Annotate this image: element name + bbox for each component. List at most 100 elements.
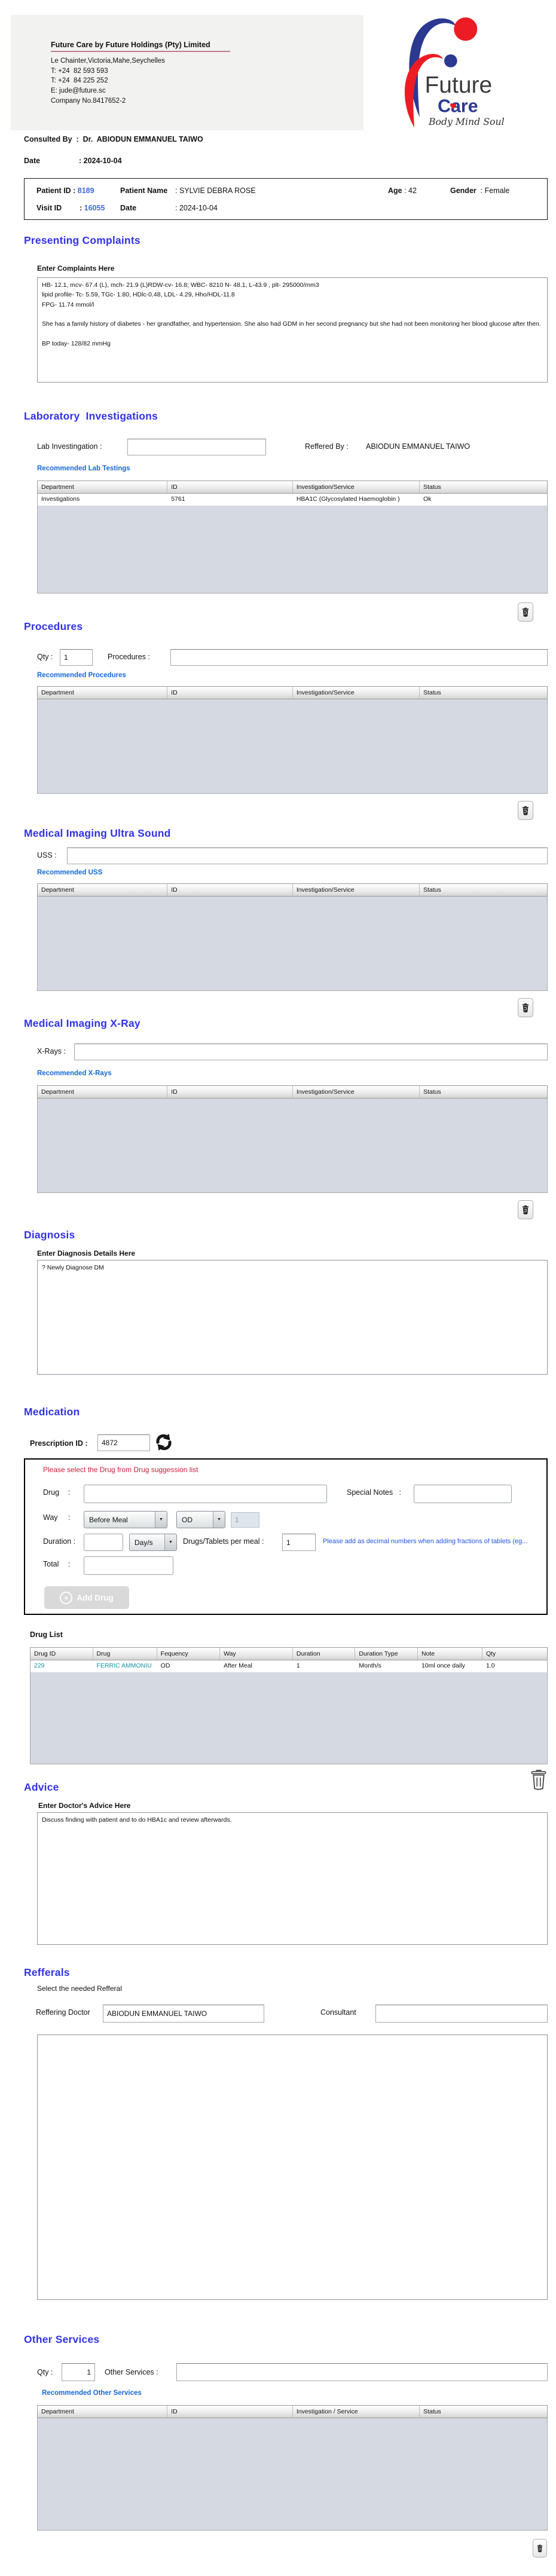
other-services-label: Other Services : bbox=[105, 2368, 158, 2376]
trash-icon bbox=[522, 1205, 529, 1214]
recommended-uss-link[interactable]: Recommended USS bbox=[37, 869, 102, 876]
other-qty-input[interactable] bbox=[62, 2363, 95, 2381]
recommended-lab-link[interactable]: Recommended Lab Testings bbox=[37, 465, 130, 472]
drug-entry-panel: Please select the Drug from Drug suggess… bbox=[24, 1458, 548, 1615]
table-cell[interactable]: FERRIC AMMONIU bbox=[93, 1660, 157, 1672]
referred-by-label: Reffered By : bbox=[305, 442, 349, 451]
consulted-by-line: Consulted By : Dr. ABIODUN EMMANUEL TAIW… bbox=[24, 135, 203, 143]
column-header: Department bbox=[38, 884, 168, 896]
other-delete-button[interactable] bbox=[533, 2539, 547, 2557]
table-cell: 1 bbox=[296, 1662, 300, 1669]
table-cell: 5761 bbox=[171, 495, 185, 503]
table-body bbox=[37, 2418, 548, 2531]
column-header: Department bbox=[38, 1086, 168, 1098]
trash-outline-icon bbox=[531, 1770, 546, 1790]
logo-heart-icon: ♥ bbox=[450, 102, 457, 112]
add-drug-button[interactable]: + Add Drug bbox=[44, 1586, 129, 1609]
duration-unit-select[interactable]: Day/s ▼ bbox=[129, 1534, 177, 1551]
table-body bbox=[37, 1099, 548, 1193]
visit-id-field: Visit ID: 16055 bbox=[36, 204, 105, 212]
table-cell: After Meal bbox=[224, 1662, 252, 1669]
company-email: E: jude@future.sc bbox=[51, 87, 106, 95]
way-label: Way bbox=[43, 1513, 58, 1522]
frequency-select-value: OD bbox=[182, 1515, 193, 1524]
procedures-qty-input[interactable] bbox=[60, 649, 93, 666]
drug-input[interactable] bbox=[84, 1485, 327, 1503]
chevron-down-icon: ▼ bbox=[155, 1512, 167, 1528]
visit-date-field: Date: 2024-10-04 bbox=[120, 204, 218, 212]
trash-icon bbox=[522, 1003, 529, 1012]
diagnosis-textarea[interactable]: ? Newly Diagnose DM bbox=[37, 1260, 548, 1375]
table-header-row: Department ID Investigation/Service Status bbox=[37, 883, 548, 897]
column-header: Status bbox=[423, 2408, 441, 2415]
enter-advice-label: Enter Doctor's Advice Here bbox=[38, 1801, 131, 1810]
special-notes-label: Special Notes : bbox=[347, 1488, 402, 1497]
table-body bbox=[37, 699, 548, 794]
recommended-xray-link[interactable]: Recommended X-Rays bbox=[37, 1070, 112, 1077]
table-cell: HBA1C (Glycosylated Haemoglobin ) bbox=[296, 495, 400, 503]
consultation-page: Future Care by Future Holdings (Pty) Lim… bbox=[0, 0, 556, 2576]
column-header: Status bbox=[423, 689, 441, 696]
total-input[interactable] bbox=[84, 1556, 173, 1575]
xray-table: Department ID Investigation/Service Status bbox=[37, 1085, 548, 1193]
xray-delete-button[interactable] bbox=[518, 1200, 533, 1219]
complaints-textarea[interactable]: HB- 12.1, mcv- 67.4 (L), mch- 21.9 (L)RD… bbox=[37, 277, 548, 383]
table-body: Investigations 5761 HBA1C (Glycosylated Ha… bbox=[37, 494, 548, 593]
other-services-title: Other Services bbox=[24, 2333, 100, 2345]
column-header: Investigation/Service bbox=[293, 1086, 420, 1098]
other-qty-label: Qty : bbox=[37, 2368, 53, 2376]
table-header-row: Department ID Investigation/Service Status bbox=[37, 1085, 548, 1099]
consultant-input[interactable] bbox=[375, 2005, 548, 2023]
table-row[interactable]: Investigations 5761 HBA1C (Glycosylated Ha… bbox=[38, 494, 547, 506]
prescription-refresh-button[interactable] bbox=[154, 1433, 173, 1453]
referred-by-value: ABIODUN EMMANUEL TAIWO bbox=[366, 442, 471, 451]
column-header: Duration bbox=[293, 1648, 356, 1660]
table-row[interactable]: 229 FERRIC AMMONIU OD After Meal 1 Month/s 10m… bbox=[30, 1660, 547, 1672]
procedures-delete-button[interactable] bbox=[518, 801, 533, 820]
medication-title: Medication bbox=[24, 1406, 80, 1418]
prescription-id-input[interactable] bbox=[97, 1434, 150, 1451]
patient-info-box: Patient ID : 8189 Patient Name: SYLVIE D… bbox=[24, 178, 548, 220]
advice-title: Advice bbox=[24, 1781, 59, 1793]
company-title-underline bbox=[51, 51, 230, 52]
patient-name-field: Patient Name: SYLVIE DEBRA ROSE bbox=[120, 186, 256, 195]
lab-delete-button[interactable] bbox=[518, 602, 533, 622]
table-cell: Month/s bbox=[359, 1662, 381, 1669]
advice-delete-button[interactable] bbox=[530, 1769, 548, 1792]
table-header-row: Department ID Investigation/Service Status bbox=[37, 481, 548, 494]
table-cell: 1.0 bbox=[485, 1662, 495, 1669]
company-address: Le Chainter,Victoria,Mahe,Seychelles bbox=[51, 57, 165, 65]
column-header: Way bbox=[220, 1648, 293, 1660]
procedures-input-label: Procedures : bbox=[108, 653, 150, 661]
per-meal-label: Drugs/Tablets per meal : bbox=[183, 1537, 264, 1546]
column-header: Note bbox=[418, 1648, 482, 1660]
recommended-procedures-link[interactable]: Recommended Procedures bbox=[37, 672, 126, 679]
referral-list-box[interactable] bbox=[37, 2035, 548, 2300]
patient-id-value: 8189 bbox=[77, 186, 94, 195]
logo-red-dot bbox=[454, 17, 478, 41]
way-select-value: Before Meal bbox=[89, 1515, 128, 1524]
way-select[interactable]: Before Meal ▼ bbox=[84, 1511, 167, 1528]
table-cell[interactable]: 229 bbox=[30, 1660, 93, 1672]
lab-table: Department ID Investigation/Service Status I… bbox=[37, 481, 548, 593]
procedures-table: Department ID Investigation/Service Status bbox=[37, 686, 548, 794]
special-notes-input[interactable] bbox=[414, 1485, 512, 1503]
referring-doctor-label: Reffering Doctor bbox=[36, 2008, 90, 2017]
column-header: Investigation / Service bbox=[293, 2406, 420, 2418]
add-drug-label: Add Drug bbox=[77, 1593, 114, 1602]
per-meal-input[interactable] bbox=[282, 1534, 316, 1551]
column-header: ID bbox=[167, 1086, 293, 1098]
lab-investigation-input[interactable] bbox=[127, 439, 266, 455]
xray-input[interactable] bbox=[74, 1044, 548, 1060]
visit-id-value: 16055 bbox=[84, 204, 105, 212]
referring-doctor-input[interactable] bbox=[103, 2005, 264, 2023]
frequency-select[interactable]: OD ▼ bbox=[176, 1511, 225, 1528]
other-services-table: Department ID Investigation / Service Statu… bbox=[37, 2405, 548, 2531]
advice-textarea[interactable]: Discuss finding with patient and to do H… bbox=[37, 1812, 548, 1945]
other-services-input[interactable] bbox=[176, 2363, 548, 2381]
recommended-other-link[interactable]: Recommended Other Services bbox=[42, 2390, 142, 2397]
duration-input[interactable] bbox=[84, 1534, 123, 1551]
uss-delete-button[interactable] bbox=[518, 998, 533, 1017]
procedures-input[interactable] bbox=[170, 649, 548, 666]
uss-input[interactable] bbox=[67, 848, 548, 864]
